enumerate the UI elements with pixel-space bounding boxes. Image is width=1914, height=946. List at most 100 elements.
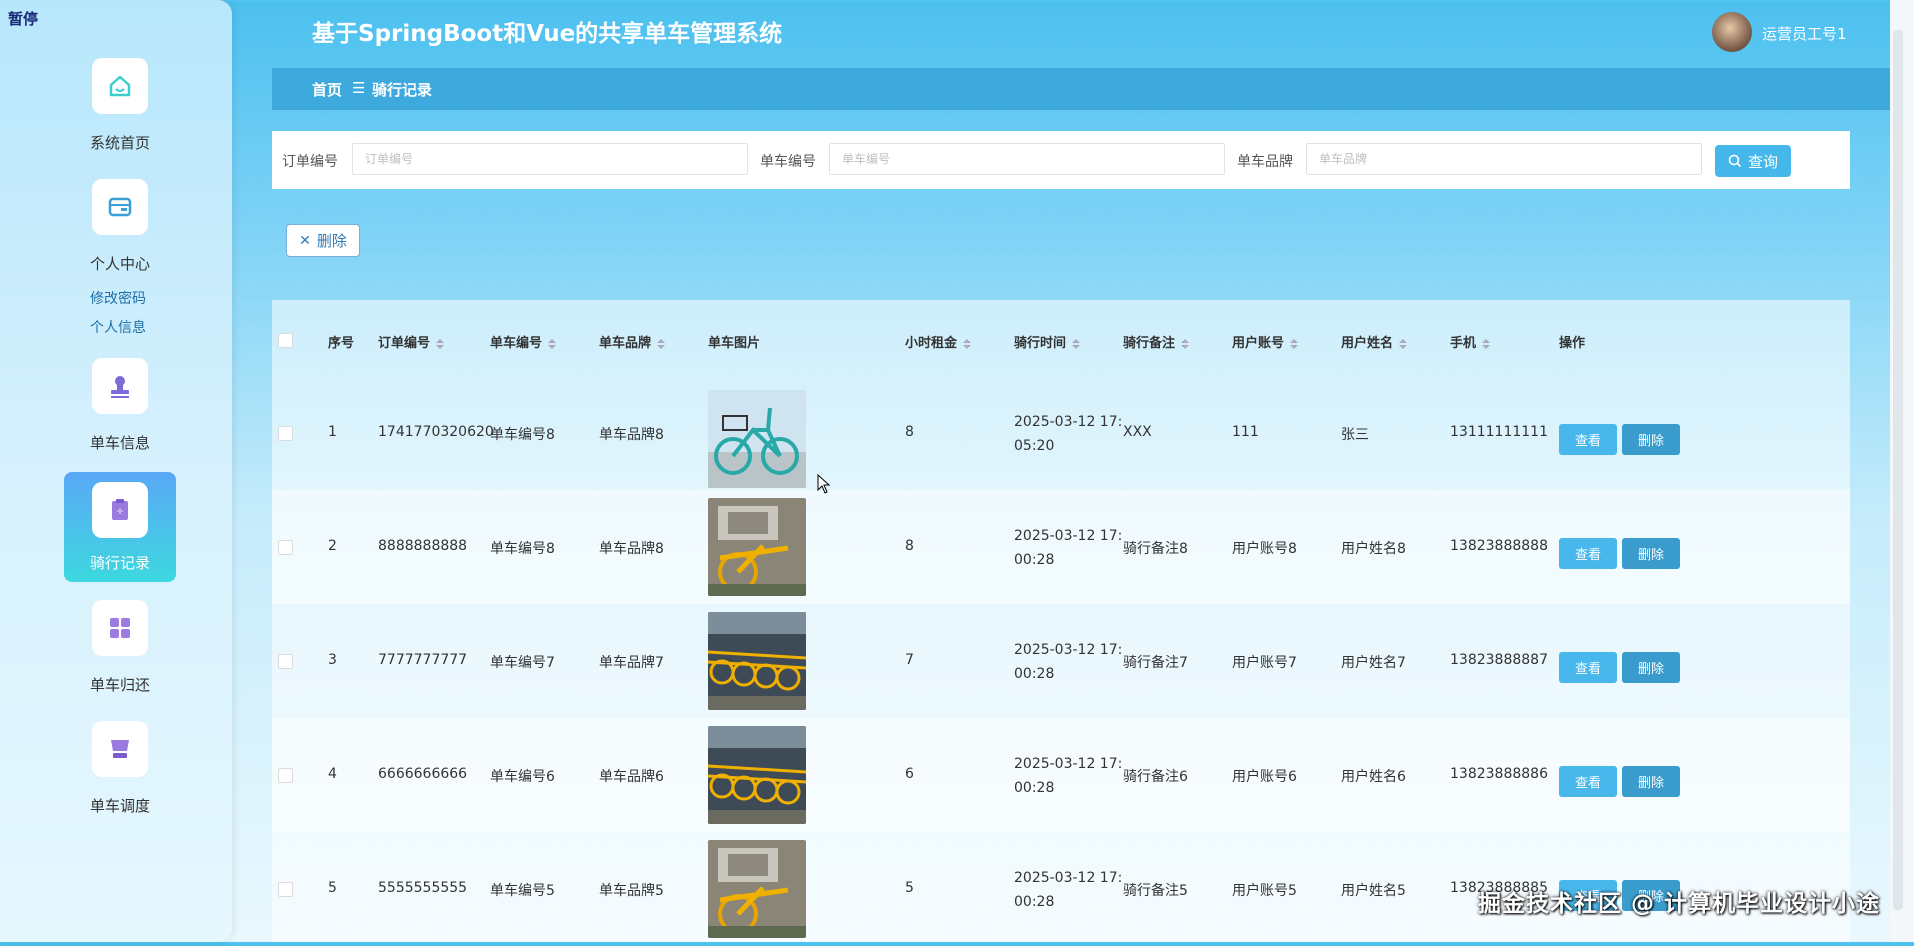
bike-brand-input[interactable] [1306,143,1702,175]
cell-order-no: 6666666666 [378,766,468,782]
row-checkbox[interactable] [278,768,293,783]
cell-rent: 6 [905,766,914,782]
view-button[interactable]: 查看 [1559,424,1617,455]
col-brand[interactable]: 单车品牌 [599,332,666,351]
table-header: 序号 订单编号 单车编号 单车品牌 单车图片 小时租金 骑行时间 骑行备注 用户… [272,300,1850,376]
col-order-no[interactable]: 订单编号 [378,332,445,351]
col-label: 手机 [1450,336,1477,351]
row-checkbox[interactable] [278,426,293,441]
cell-bike-no: 单车编号8 [490,541,555,557]
query-label: 查询 [1747,152,1778,171]
sort-icon[interactable] [1290,338,1299,349]
dispatch-icon [92,721,148,777]
sidebar-item-label: 系统首页 [89,134,150,152]
cell-note: 骑行备注6 [1123,769,1188,785]
query-button[interactable]: 查询 [1715,145,1791,177]
user-name[interactable]: 运营员工号1 [1762,23,1847,44]
avatar[interactable] [1712,12,1752,52]
breadcrumb-current: 骑行记录 [372,81,433,99]
bike-image[interactable] [708,390,806,488]
cell-account: 用户账号5 [1232,883,1297,899]
bike-image[interactable] [708,840,806,938]
delete-button[interactable]: 删除 [1622,766,1680,797]
cell-order-no: 5555555555 [378,880,468,896]
row-checkbox[interactable] [278,540,293,555]
col-image: 单车图片 [708,332,760,351]
cell-no: 2 [328,538,337,554]
col-label: 操作 [1559,336,1586,351]
cell-time-clock: 00:28 [1014,780,1055,796]
row-checkbox[interactable] [278,882,293,897]
sidebar-item-ride-records[interactable]: 骑行记录 [64,472,176,582]
delete-button[interactable]: 删除 [1622,652,1680,683]
select-all-checkbox[interactable] [278,333,293,348]
sort-icon[interactable] [1181,338,1190,349]
col-user-name[interactable]: 用户姓名 [1341,332,1408,351]
bike-image[interactable] [708,612,806,710]
cell-rent: 8 [905,424,914,440]
breadcrumb-home[interactable]: 首页 [312,79,342,100]
col-label: 序号 [328,336,355,351]
mouse-cursor-icon [817,474,831,494]
sort-icon[interactable] [1399,338,1408,349]
cell-user-name: 张三 [1341,427,1369,443]
batch-delete-button[interactable]: ✕ 删除 [286,224,360,257]
cell-user-name: 用户姓名8 [1341,541,1406,557]
cell-user-name: 用户姓名7 [1341,655,1406,671]
bike-image[interactable] [708,726,806,824]
sidebar-item-home[interactable]: 系统首页 [64,58,176,153]
sort-icon[interactable] [1072,338,1081,349]
table-row: 2 8888888888 单车编号8 单车品牌8 8 2025-03-12 17… [272,490,1850,604]
view-button[interactable]: 查看 [1559,538,1617,569]
sidebar-item-bike-return[interactable]: 单车归还 [64,600,176,695]
table-row: 4 6666666666 单车编号6 单车品牌6 6 2025-03-12 17… [272,718,1850,832]
bike-no-input[interactable] [829,143,1225,175]
sidebar-item-bike-info[interactable]: 单车信息 [64,358,176,453]
col-bike-no[interactable]: 单车编号 [490,332,557,351]
bike-image[interactable] [708,498,806,596]
order-no-label: 订单编号 [282,154,338,170]
cell-time-clock: 00:28 [1014,552,1055,568]
sort-icon[interactable] [963,338,972,349]
cell-time-clock: 05:20 [1014,438,1055,454]
sidebar-item-label: 个人中心 [89,255,150,273]
sort-icon[interactable] [657,338,666,349]
sidebar: 系统首页 个人中心 修改密码 个人信息 单车信息 骑行记录 单车归还 单车调度 [0,0,232,942]
cell-phone: 13111111111 [1450,424,1548,440]
wallet-icon [92,179,148,235]
col-time[interactable]: 骑行时间 [1014,332,1081,351]
cell-bike-no: 单车编号6 [490,769,555,785]
batch-delete-label: 删除 [316,232,347,250]
sidebar-item-label: 骑行记录 [89,554,150,572]
breadcrumb-separator: ☰ [352,79,366,97]
cell-time-date: 2025-03-12 17: [1014,756,1123,772]
col-account[interactable]: 用户账号 [1232,332,1299,351]
sidebar-subitem-personal-info[interactable]: 个人信息 [90,317,146,337]
sidebar-item-personal-center[interactable]: 个人中心 [64,179,176,274]
watermark: 掘金技术社区 @ 计算机毕业设计小途 [1478,891,1881,917]
app-title: 基于SpringBoot和Vue的共享单车管理系统 [312,21,783,47]
sort-icon[interactable] [548,338,557,349]
view-button[interactable]: 查看 [1559,766,1617,797]
cell-order-no: 1741770320620 [378,424,494,440]
col-no: 序号 [328,332,354,351]
cell-phone: 13823888886 [1450,766,1548,782]
cell-account: 用户账号8 [1232,541,1297,557]
order-no-input[interactable] [352,143,748,175]
col-rent[interactable]: 小时租金 [905,332,972,351]
sort-icon[interactable] [1482,338,1491,349]
view-button[interactable]: 查看 [1559,652,1617,683]
delete-button[interactable]: 删除 [1622,538,1680,569]
cell-bike-no: 单车编号7 [490,655,555,671]
col-phone[interactable]: 手机 [1450,332,1491,351]
col-note[interactable]: 骑行备注 [1123,332,1190,351]
scrollbar-thumb[interactable] [1893,30,1903,910]
ride-records-table: 序号 订单编号 单车编号 单车品牌 单车图片 小时租金 骑行时间 骑行备注 用户… [272,300,1850,942]
sort-icon[interactable] [436,338,445,349]
sidebar-subitem-change-password[interactable]: 修改密码 [90,288,146,308]
row-checkbox[interactable] [278,654,293,669]
col-label: 用户账号 [1232,336,1285,351]
bike-brand-label: 单车品牌 [1237,154,1293,170]
sidebar-item-bike-dispatch[interactable]: 单车调度 [64,721,176,816]
delete-button[interactable]: 删除 [1622,424,1680,455]
